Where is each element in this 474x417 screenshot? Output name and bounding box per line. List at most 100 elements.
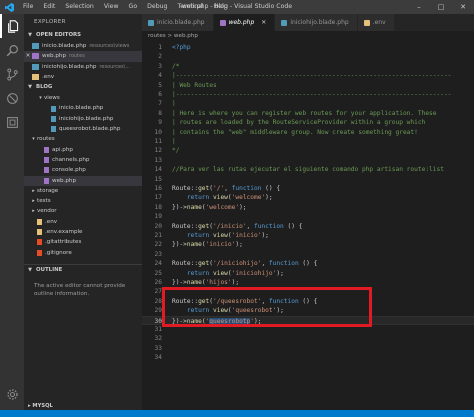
code-line[interactable]: 10 | contains the "web" middleware group.… [142, 128, 474, 137]
code-line[interactable]: 6 |--------------------------------------… [142, 90, 474, 99]
code-text: | Here is where you can register web rou… [172, 109, 437, 117]
code-line[interactable]: 26})->name('hijos'); [142, 278, 474, 287]
code-line[interactable]: 27 [142, 287, 474, 296]
code-line[interactable]: 13 [142, 156, 474, 165]
code-line[interactable]: 16 Route::get('/', function () { [142, 184, 474, 193]
settings-activity[interactable] [0, 382, 24, 406]
file-item[interactable]: web.php [24, 175, 142, 186]
open-editors-header[interactable]: ▼ OPEN EDITORS [24, 30, 142, 41]
tree-item-label: .gitignore [45, 249, 72, 256]
source-control-activity[interactable] [0, 62, 24, 86]
code-line[interactable]: 21 return view('inicio'); [142, 231, 474, 240]
code-line[interactable]: 22})->name('inicio'); [142, 240, 474, 249]
code-line[interactable]: 18})->name('welcome'); [142, 203, 474, 212]
menu-item-terminal[interactable]: Terminal [173, 0, 209, 14]
window-controls: – □ ✕ [408, 0, 474, 14]
breadcrumb[interactable]: routes > web.php [142, 31, 474, 41]
code-text: |---------------------------------------… [172, 91, 452, 98]
file-item[interactable]: channels.php [24, 155, 142, 165]
menu-item-view[interactable]: View [99, 0, 124, 14]
extensions-activity[interactable] [0, 110, 24, 134]
file-item[interactable]: inicio.blade.php [24, 103, 142, 113]
file-item[interactable]: api.php [24, 145, 142, 155]
code-line[interactable]: 14 //Para ver las rutas ejecutar el sigui… [142, 165, 474, 174]
code-editor[interactable]: 1 <?php 2 3 /* 4 |----------------------------… [142, 41, 474, 410]
debug-activity[interactable] [0, 86, 24, 110]
code-line[interactable]: 1 <?php [142, 43, 474, 52]
code-line[interactable]: 11 | [142, 137, 474, 146]
menu-item-edit[interactable]: Edit [38, 0, 60, 14]
file-item[interactable]: .env.example [24, 227, 142, 237]
code-text: /* [172, 62, 180, 70]
tab-inicio-blade-php[interactable]: inicio.blade.php [142, 14, 214, 31]
file-item[interactable]: console.php [24, 165, 142, 175]
tab-web-php[interactable]: web.php ✕ [213, 14, 276, 31]
file-item[interactable]: .gitignore [24, 248, 142, 258]
folder-item[interactable]: ▸ storage [24, 186, 142, 196]
search-activity[interactable] [0, 38, 24, 62]
folder-item[interactable]: ▾ views [24, 93, 142, 103]
open-editor-item[interactable]: ✕ web.php routes [24, 51, 142, 62]
file-icon [51, 126, 56, 133]
file-item[interactable]: queesrobot.blade.php [24, 124, 142, 134]
tree-item-label: web.php [52, 177, 76, 184]
file-icon [363, 19, 370, 26]
open-editor-item[interactable]: inicio.blade.php resources\views [24, 41, 142, 51]
code-line[interactable]: 24 Route::get('/iniciohijo', function () … [142, 259, 474, 268]
code-line[interactable]: 4 |--------------------------------------… [142, 71, 474, 80]
code-text: return view('inicio'); [186, 232, 269, 239]
code-line[interactable]: 15 [142, 175, 474, 184]
menu-item-debug[interactable]: Debug [142, 0, 172, 14]
tab-env[interactable]: .env [357, 14, 395, 31]
tree-item-label: inicio.blade.php [59, 105, 104, 112]
outline-header[interactable]: ▼ OUTLINE [24, 265, 142, 276]
code-line[interactable]: 3 /* [142, 62, 474, 71]
tree-item-label: tests [37, 198, 51, 205]
close-icon[interactable]: ✕ [261, 14, 266, 31]
line-number: 6 [158, 91, 162, 98]
open-editor-item[interactable]: .env [24, 72, 142, 82]
project-header[interactable]: ▼ BLOG [24, 82, 142, 93]
code-line[interactable]: 8 | Here is where you can register web ro… [142, 109, 474, 118]
code-line[interactable]: 17 return view('welcome'); [142, 193, 474, 202]
code-line[interactable]: 33 [142, 344, 474, 353]
close-icon[interactable]: ✕ [452, 0, 474, 14]
menu-item-go[interactable]: Go [124, 0, 143, 14]
code-line[interactable]: 20 Route::get('/inicio', function () { [142, 222, 474, 231]
menu-item-file[interactable]: File [18, 0, 38, 14]
code-line[interactable]: 25 return view('iniciohijo'); [142, 269, 474, 278]
folder-item[interactable]: ▾ routes [24, 134, 142, 144]
close-icon[interactable]: ✕ [24, 51, 32, 61]
maximize-icon[interactable]: □ [430, 0, 452, 14]
file-item[interactable]: .gitattributes [24, 237, 142, 247]
code-line[interactable]: 5 | Web Routes [142, 81, 474, 90]
code-line[interactable]: 12 */ [142, 146, 474, 155]
minimize-icon[interactable]: – [408, 0, 430, 14]
open-editor-label: iniciohijo.blade.php [42, 63, 97, 70]
code-line[interactable]: 29 return view('queesrobot'); [142, 306, 474, 315]
code-line[interactable]: 2 [142, 52, 474, 61]
file-item[interactable]: iniciohijo.blade.php [24, 114, 142, 124]
menu-item-help[interactable]: Help [209, 0, 233, 14]
menu-bar: File Edit Selection View Go Debug Terminal Help [18, 0, 233, 14]
explorer-activity[interactable] [0, 14, 24, 38]
folder-item[interactable]: ▸ tests [24, 196, 142, 206]
code-line[interactable]: 9 | routes are loaded by the RouteService… [142, 118, 474, 127]
menu-item-selection[interactable]: Selection [60, 0, 99, 14]
code-line[interactable]: 31 [142, 325, 474, 334]
tab-iniciohijo-blade-php[interactable]: iniciohijo.blade.php [275, 14, 358, 31]
folder-item[interactable]: ▸ vendor [24, 206, 142, 216]
code-line[interactable]: 19 [142, 212, 474, 221]
code-line[interactable]: 30})->name('queesrobotp'); [142, 315, 474, 325]
file-icon [32, 43, 39, 50]
file-icon [44, 177, 49, 184]
code-line[interactable]: 28 Route::get('/queesrobot', function () … [142, 297, 474, 306]
code-line[interactable]: 34 [142, 353, 474, 362]
mysql-section-header[interactable]: ▸ MYSQL [24, 403, 142, 410]
file-item[interactable]: .env [24, 217, 142, 227]
code-line[interactable]: 23 [142, 250, 474, 259]
code-line[interactable]: 7 | [142, 99, 474, 108]
code-line[interactable]: 32 [142, 334, 474, 343]
gear-icon [6, 388, 18, 400]
open-editor-item[interactable]: iniciohijo.blade.php resources\... [24, 62, 142, 72]
